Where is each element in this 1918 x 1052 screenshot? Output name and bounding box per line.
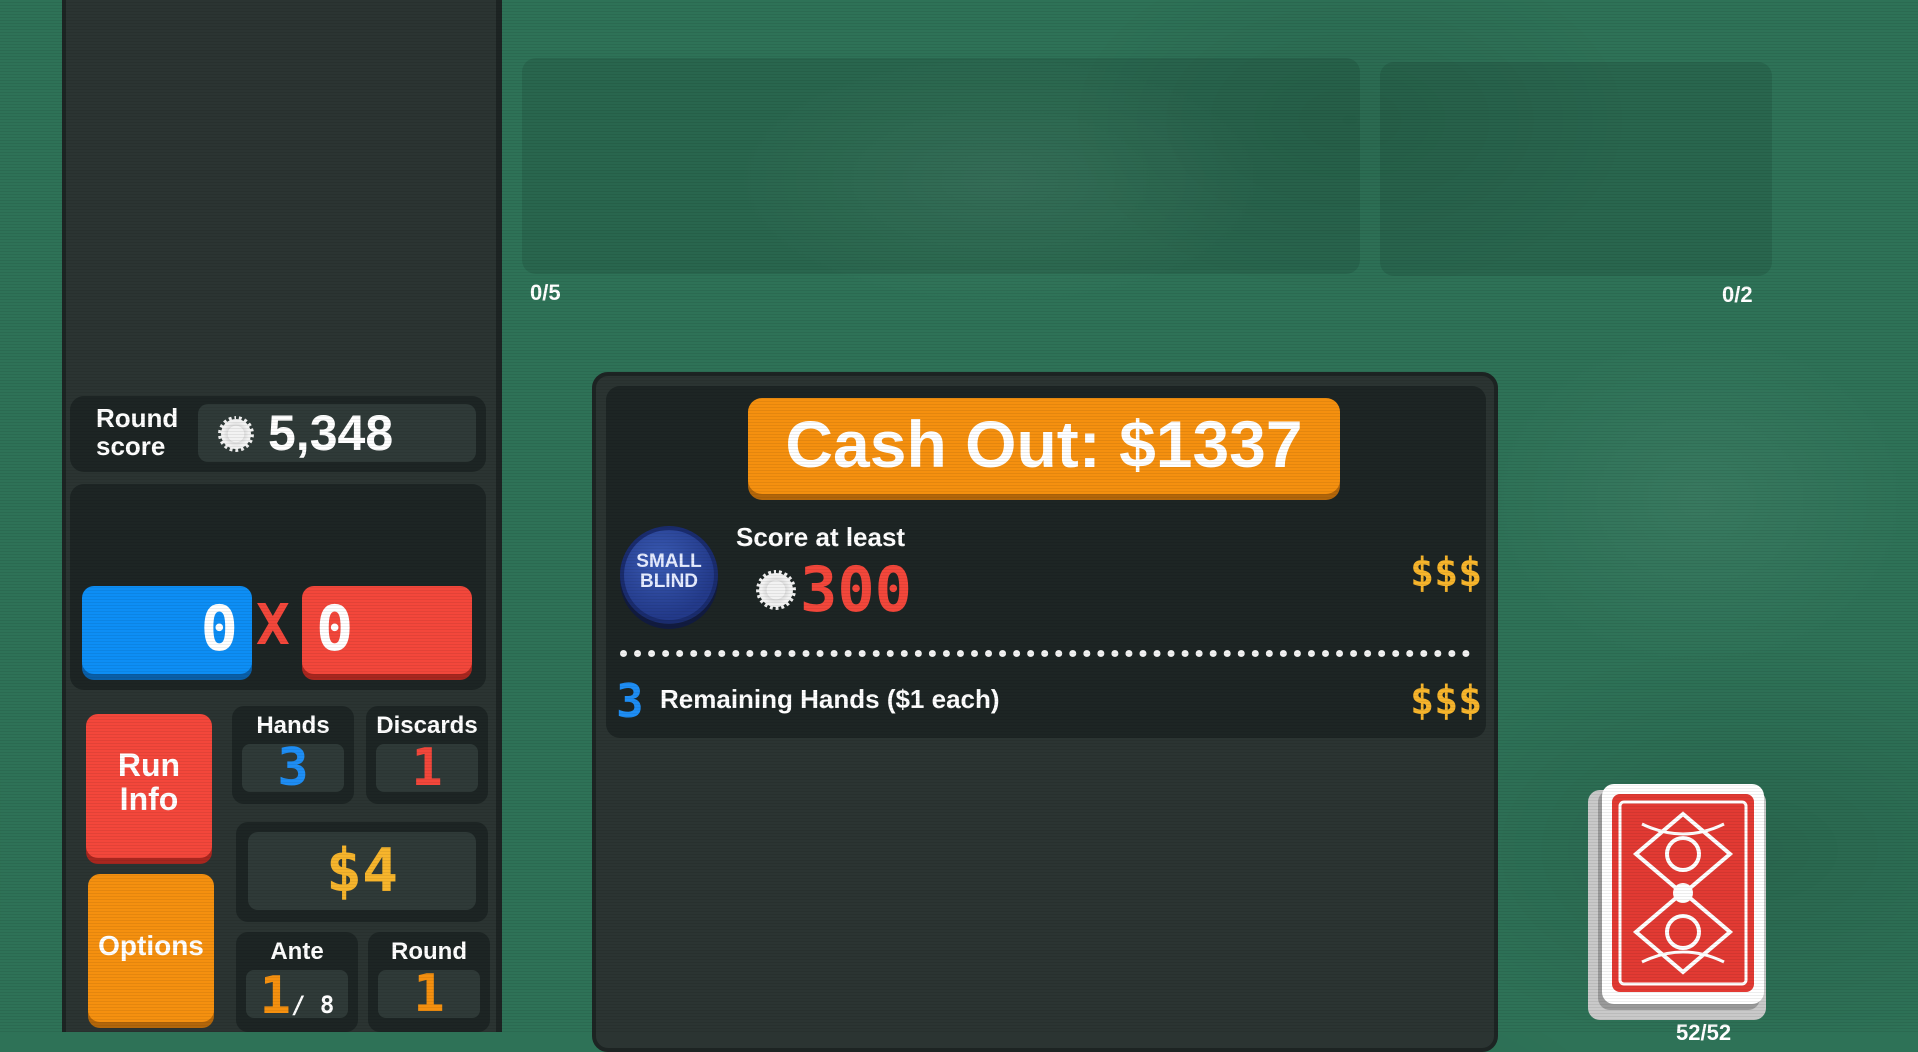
cash-out-button[interactable]: Cash Out: $1337 [748, 398, 1340, 494]
round-score-box: 5,348 [198, 404, 476, 462]
mult-value: 0 [316, 592, 354, 665]
round-counter: Round 1 [368, 932, 490, 1032]
options-button[interactable]: Options [88, 874, 214, 1022]
options-label: Options [98, 930, 204, 961]
discards-inner: 1 [376, 738, 478, 798]
money-panel: $4 [236, 822, 488, 922]
remaining-hands-label: Remaining Hands ($1 each) [660, 684, 1000, 714]
run-info-button[interactable]: Run Info [86, 714, 212, 858]
cash-out-label: Cash Out: $1337 [785, 407, 1303, 481]
ante-max: / 8 [290, 991, 335, 1019]
deck-card-back [1612, 794, 1754, 992]
run-info-label: Run Info [86, 748, 212, 816]
discards-counter: Discards 1 [366, 706, 488, 804]
round-score-panel: Round score 5,348 [70, 396, 486, 472]
ante-current: 1 [259, 966, 291, 1026]
hands-value: 3 [277, 738, 309, 798]
round-inner: 1 [378, 964, 480, 1024]
target-score: 300 [800, 553, 912, 626]
money-value: $4 [325, 836, 399, 906]
consumable-area[interactable] [1380, 62, 1772, 276]
round-score-label-line1: Round [96, 403, 179, 433]
chips-box: 0 [82, 586, 252, 674]
round-score-label-line2: score [96, 431, 166, 461]
small-blind-chip-line1: SMALL [636, 551, 702, 572]
small-blind-chip-line2: BLIND [639, 571, 699, 592]
remaining-hands-reward: $$$ [1410, 678, 1483, 724]
score-at-least-label: Score at least [736, 522, 906, 552]
dotted-divider [620, 650, 1470, 657]
times-sign: X [256, 593, 290, 658]
remaining-hands-count: 3 [616, 674, 644, 728]
ante-inner: 1/ 8 [246, 966, 348, 1026]
hands-label: Hands [256, 712, 330, 739]
deck[interactable] [1602, 784, 1764, 1004]
small-blind-chip-label: SMALL BLIND [624, 552, 714, 592]
small-blind-chip: SMALL BLIND [620, 526, 718, 624]
round-score-value: 5,348 [268, 405, 394, 461]
discards-label: Discards [376, 712, 478, 739]
ante-counter: Ante 1/ 8 [236, 932, 358, 1032]
chips-value: 0 [200, 592, 238, 665]
deck-count: 52/52 [1676, 1020, 1732, 1045]
joker-area[interactable] [522, 58, 1360, 274]
ante-label: Ante [270, 938, 324, 965]
chip-icon [756, 570, 796, 610]
blind-reward: $$$ [1410, 550, 1483, 596]
joker-count: 0/5 [530, 280, 561, 305]
round-score-label: Round score [96, 404, 178, 460]
discards-value: 1 [411, 738, 443, 798]
hand-score-panel: 0 X 0 [70, 484, 486, 690]
consumable-count: 0/2 [1722, 282, 1753, 307]
ante-value: 1/ 8 [246, 966, 348, 1035]
hands-counter: Hands 3 [232, 706, 354, 804]
mult-box: 0 [302, 586, 472, 674]
run-info-label-line2: Info [119, 781, 179, 817]
money-inner: $4 [248, 832, 476, 910]
hands-inner: 3 [242, 738, 344, 798]
chip-icon [218, 416, 254, 452]
round-value: 1 [413, 964, 445, 1024]
round-label: Round [391, 938, 467, 965]
run-info-label-line1: Run [117, 747, 181, 783]
card-back-pattern-icon [1618, 800, 1748, 986]
